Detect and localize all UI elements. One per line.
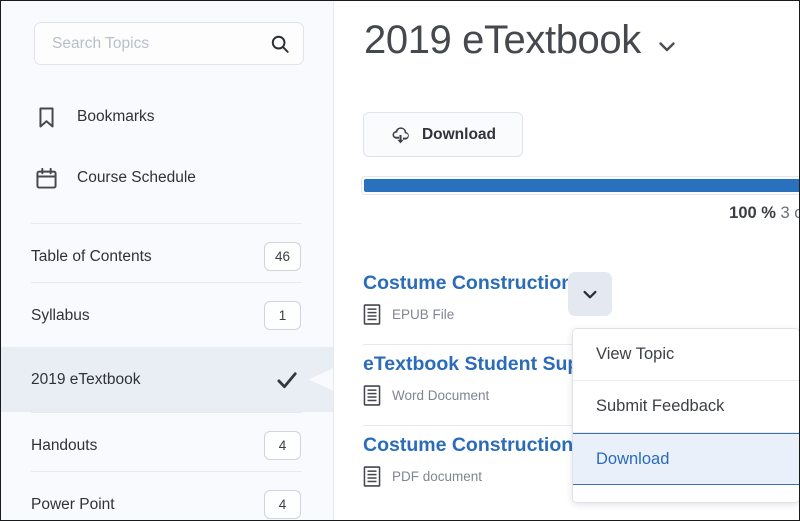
menu-item-view-topic[interactable]: View Topic <box>573 329 799 381</box>
sidebar-item-label: Handouts <box>31 437 97 455</box>
etextbook-course-content-screen: Bookmarks Course Schedule Table of Conte… <box>0 0 800 521</box>
progress-detail-label: 3 of 3 t <box>781 204 800 222</box>
sidebar: Bookmarks Course Schedule Table of Conte… <box>1 1 334 520</box>
download-button-label: Download <box>422 126 496 144</box>
sidebar-item-label: Table of Contents <box>31 248 152 266</box>
file-title-link[interactable]: Costume Construction <box>363 272 573 295</box>
row-divider <box>31 412 302 413</box>
sidebar-item-bookmarks[interactable]: Bookmarks <box>34 102 155 132</box>
document-icon <box>363 385 381 406</box>
sidebar-item-label: 2019 eTextbook <box>31 371 140 389</box>
sidebar-item-label: Bookmarks <box>77 108 155 126</box>
file-meta: Word Document <box>363 385 489 406</box>
bookmark-icon <box>34 105 59 130</box>
row-divider <box>31 282 302 283</box>
topic-count-badge: 1 <box>264 301 301 330</box>
file-type-label: PDF document <box>392 469 482 484</box>
topic-count-badge: 46 <box>264 242 301 271</box>
search-topics-field[interactable] <box>34 22 304 65</box>
chevron-down-icon[interactable] <box>655 34 679 58</box>
sidebar-item-label: Course Schedule <box>77 169 196 187</box>
progress-bar-fill <box>364 179 800 192</box>
download-button[interactable]: Download <box>363 112 523 157</box>
sidebar-item-course-schedule[interactable]: Course Schedule <box>34 163 196 193</box>
file-type-label: EPUB File <box>392 307 454 322</box>
topic-count-badge: 4 <box>264 490 301 519</box>
menu-item-label: Submit Feedback <box>596 397 724 416</box>
file-meta: EPUB File <box>363 304 454 325</box>
menu-item-label: Download <box>596 450 669 469</box>
topic-count-badge: 4 <box>264 431 301 460</box>
file-type-label: Word Document <box>392 388 489 403</box>
menu-item-submit-feedback[interactable]: Submit Feedback <box>573 381 799 433</box>
document-icon <box>363 304 381 325</box>
sidebar-item-syllabus[interactable]: Syllabus 1 <box>1 282 334 349</box>
check-icon <box>274 367 300 393</box>
sidebar-item-label: Syllabus <box>31 307 90 325</box>
sidebar-item-handouts[interactable]: Handouts 4 <box>1 412 334 479</box>
file-title-link[interactable]: Costume Construction <box>363 434 573 457</box>
file-meta: PDF document <box>363 466 482 487</box>
progress-bar <box>361 176 800 195</box>
sidebar-item-2019-etextbook[interactable]: 2019 eTextbook <box>1 347 334 412</box>
row-divider <box>31 223 302 224</box>
search-input[interactable] <box>52 35 269 53</box>
sidebar-item-power-point[interactable]: Power Point 4 <box>1 471 334 520</box>
sidebar-item-label: Power Point <box>31 496 115 514</box>
file-actions-dropdown-menu: View Topic Submit Feedback Download <box>572 328 800 503</box>
row-divider <box>31 347 302 348</box>
search-icon[interactable] <box>269 33 291 55</box>
calendar-icon <box>34 166 59 191</box>
progress-percent-label: 100 % <box>729 204 776 222</box>
menu-item-label: View Topic <box>596 345 674 364</box>
menu-bottom-padding <box>573 485 799 502</box>
document-icon <box>363 466 381 487</box>
file-title-link[interactable]: eTextbook Student Supp <box>363 353 591 376</box>
cloud-download-icon <box>390 124 411 145</box>
row-divider <box>31 471 302 472</box>
menu-item-download[interactable]: Download <box>573 433 799 485</box>
progress-caption: 100 % 3 of 3 t <box>361 204 800 223</box>
page-title-area: 2019 eTextbook <box>364 18 679 63</box>
sidebar-item-table-of-contents[interactable]: Table of Contents 46 <box>1 223 334 290</box>
file-actions-menu-toggle[interactable] <box>568 272 612 316</box>
chevron-down-icon <box>580 284 600 304</box>
page-title: 2019 eTextbook <box>364 18 641 63</box>
